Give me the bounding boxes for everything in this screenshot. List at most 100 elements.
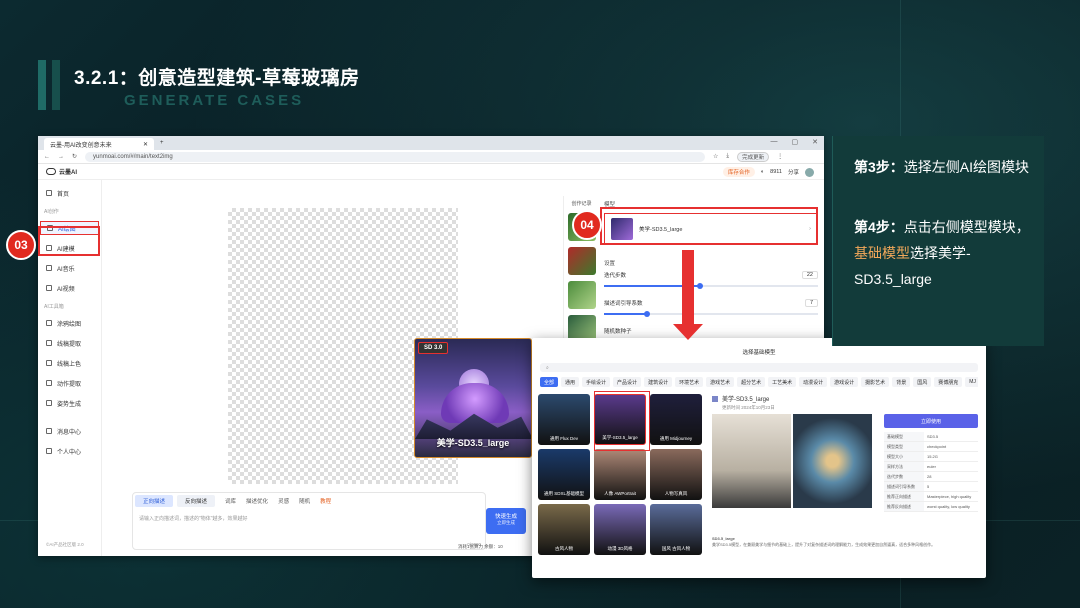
guidance-value[interactable]: 7 bbox=[804, 299, 818, 307]
update-button[interactable]: 完成更新 bbox=[737, 151, 770, 162]
category-tab[interactable]: 摄影艺术 bbox=[861, 377, 890, 387]
new-tab-icon[interactable]: + bbox=[160, 140, 164, 146]
model-card[interactable]: 国风 古风人物 bbox=[650, 504, 702, 555]
category-tab[interactable]: 赛博朋克 bbox=[934, 377, 963, 387]
model-card[interactable]: 人像 AWPortrait bbox=[594, 449, 646, 500]
url-field[interactable]: yunmoai.com/#/main/text2img bbox=[85, 151, 706, 162]
iterations-label: 迭代步数 bbox=[604, 273, 627, 279]
model-card[interactable]: 通用 Flux Dev bbox=[538, 394, 590, 445]
category-tab[interactable]: 国风 bbox=[913, 377, 932, 387]
optimize-button[interactable]: 描述优化 bbox=[246, 497, 268, 505]
tutorial-button[interactable]: 教程 bbox=[320, 497, 331, 505]
param-value: 15.2G bbox=[927, 454, 938, 459]
music-icon bbox=[46, 265, 52, 271]
category-tab[interactable]: 环境艺术 bbox=[675, 377, 704, 387]
sd-version-badge: SD 3.0 bbox=[418, 342, 449, 354]
category-tab[interactable]: 背景 bbox=[892, 377, 911, 387]
motion-icon bbox=[46, 380, 52, 386]
arrow-shaft bbox=[682, 250, 694, 328]
credits-note: 消耗1张算力 余额：10 bbox=[458, 544, 503, 549]
sidebar-item-label: 线稿上色 bbox=[57, 361, 82, 368]
user-icon bbox=[46, 448, 52, 454]
category-tab[interactable]: 工艺美术 bbox=[768, 377, 797, 387]
close-window-icon[interactable]: ✕ bbox=[812, 138, 818, 146]
model-card[interactable]: 古风人物 bbox=[538, 504, 590, 555]
browser-tab[interactable]: 云墨-用AI改变创意未来 ✕ bbox=[44, 138, 154, 150]
forward-icon[interactable]: → bbox=[58, 154, 64, 160]
download-icon[interactable]: ⤓ bbox=[726, 153, 729, 160]
vip-button[interactable]: 库存合作 bbox=[722, 167, 755, 177]
avatar[interactable] bbox=[805, 167, 814, 177]
param-row: 迭代步数 28 bbox=[884, 472, 978, 482]
sidebar-item-motion[interactable]: 动作提取 bbox=[38, 376, 101, 390]
sample-image[interactable] bbox=[712, 414, 791, 508]
guidance-slider[interactable] bbox=[604, 311, 818, 317]
model-preview-card: SD 3.0 美学-SD3.5_large bbox=[414, 338, 532, 458]
step4-body-a: 点击右侧模型模块， bbox=[903, 219, 1030, 235]
sidebar-item-messages[interactable]: 消息中心 bbox=[38, 424, 101, 438]
category-tab[interactable]: 全部 bbox=[540, 377, 559, 387]
sample-image[interactable] bbox=[793, 414, 872, 508]
sidebar-item-pose[interactable]: 姿势生成 bbox=[38, 396, 101, 410]
sidebar-item-ai-music[interactable]: AI音乐 bbox=[38, 261, 101, 275]
category-tab[interactable]: MJ bbox=[965, 377, 978, 387]
theme-icon[interactable]: ◐ bbox=[761, 169, 764, 175]
step4-text: 第4步：点击右侧模型模块，基础模型选择美学-SD3.5_large bbox=[854, 214, 1032, 292]
preview-model-name: 美学-SD3.5_large bbox=[436, 438, 510, 448]
sidebar-item-home[interactable]: 首页 bbox=[38, 186, 101, 200]
model-card-label: 通用 Flux Dev bbox=[549, 436, 578, 441]
menu-icon[interactable]: ⋮ bbox=[777, 153, 783, 160]
category-tab[interactable]: 通用 bbox=[561, 377, 580, 387]
share-button[interactable]: 分享 bbox=[788, 168, 799, 176]
tab-positive[interactable]: 正向描述 bbox=[135, 495, 174, 507]
param-value: 5 bbox=[927, 484, 930, 489]
close-icon[interactable]: ✕ bbox=[143, 141, 148, 148]
model-search-input[interactable]: ⌕ bbox=[540, 363, 978, 372]
history-thumb[interactable] bbox=[567, 281, 596, 309]
param-key: 描述词引导系数 bbox=[884, 482, 924, 491]
sidebar-item-label: 动作提取 bbox=[57, 381, 82, 388]
prompt-input[interactable]: 请输入正向描述词，描述的"物体"越多，效果越好 bbox=[133, 509, 485, 528]
tab-bar: 云墨-用AI改变创意未来 ✕ + — ▢ ✕ bbox=[38, 136, 824, 150]
back-icon[interactable]: ← bbox=[44, 154, 50, 160]
category-tab[interactable]: 超分艺术 bbox=[737, 377, 766, 387]
sidebar-item-profile[interactable]: 个人中心 bbox=[38, 444, 101, 458]
category-tab[interactable]: 游戏艺术 bbox=[706, 377, 735, 387]
random-button[interactable]: 随机 bbox=[299, 497, 310, 505]
generate-button[interactable]: 快速生成 立即生成 bbox=[486, 508, 526, 534]
model-card[interactable]: 人物写真风 bbox=[650, 449, 702, 500]
model-description: SD3.5_large 美学SD3.5模型，在兼顾美学与细节的基础上，提升了对复… bbox=[712, 536, 978, 548]
sidebar-item-colorize[interactable]: 线稿上色 bbox=[38, 356, 101, 370]
category-tab[interactable]: 动漫设计 bbox=[799, 377, 828, 387]
sidebar-item-ai-video[interactable]: AI视频 bbox=[38, 281, 101, 295]
sidebar-item-label: 消息中心 bbox=[57, 429, 82, 436]
lexicon-button[interactable]: 词库 bbox=[225, 497, 236, 505]
star-icon[interactable]: ☆ bbox=[713, 153, 718, 160]
step4-highlight: 基础模型 bbox=[854, 245, 910, 261]
window-controls: — ▢ ✕ bbox=[771, 138, 819, 146]
category-tab[interactable]: 手绘设计 bbox=[582, 377, 611, 387]
iterations-value[interactable]: 22 bbox=[801, 271, 818, 279]
use-model-button[interactable]: 立即使用 bbox=[884, 414, 978, 428]
history-thumb[interactable] bbox=[567, 247, 596, 275]
category-tab[interactable]: 游戏设计 bbox=[830, 377, 859, 387]
model-card[interactable]: 动漫 3D风格 bbox=[594, 504, 646, 555]
category-tab[interactable]: 产品设计 bbox=[613, 377, 642, 387]
tab-negative[interactable]: 反向描述 bbox=[177, 495, 216, 507]
model-card[interactable]: 通用 Midjourney bbox=[650, 394, 702, 445]
reload-icon[interactable]: ↻ bbox=[72, 153, 77, 160]
sidebar-item-label: 线稿提取 bbox=[57, 341, 82, 348]
slider-knob[interactable] bbox=[643, 311, 650, 317]
maximize-icon[interactable]: ▢ bbox=[792, 138, 799, 146]
inspiration-button[interactable]: 灵感 bbox=[278, 497, 289, 505]
category-tab[interactable]: 建筑设计 bbox=[644, 377, 673, 387]
arrow-down-icon bbox=[673, 324, 703, 340]
doodle-icon bbox=[46, 320, 52, 326]
iterations-slider[interactable] bbox=[604, 283, 818, 289]
app-logo[interactable]: 云墨AI bbox=[46, 167, 77, 176]
minimize-icon[interactable]: — bbox=[771, 138, 778, 146]
sidebar-item-doodle[interactable]: 涂鸦绘图 bbox=[38, 316, 101, 330]
sidebar-item-lineart[interactable]: 线稿提取 bbox=[38, 336, 101, 350]
slider-knob[interactable] bbox=[697, 283, 704, 289]
model-card[interactable]: 通用 SDXL基础模型 bbox=[538, 449, 590, 500]
